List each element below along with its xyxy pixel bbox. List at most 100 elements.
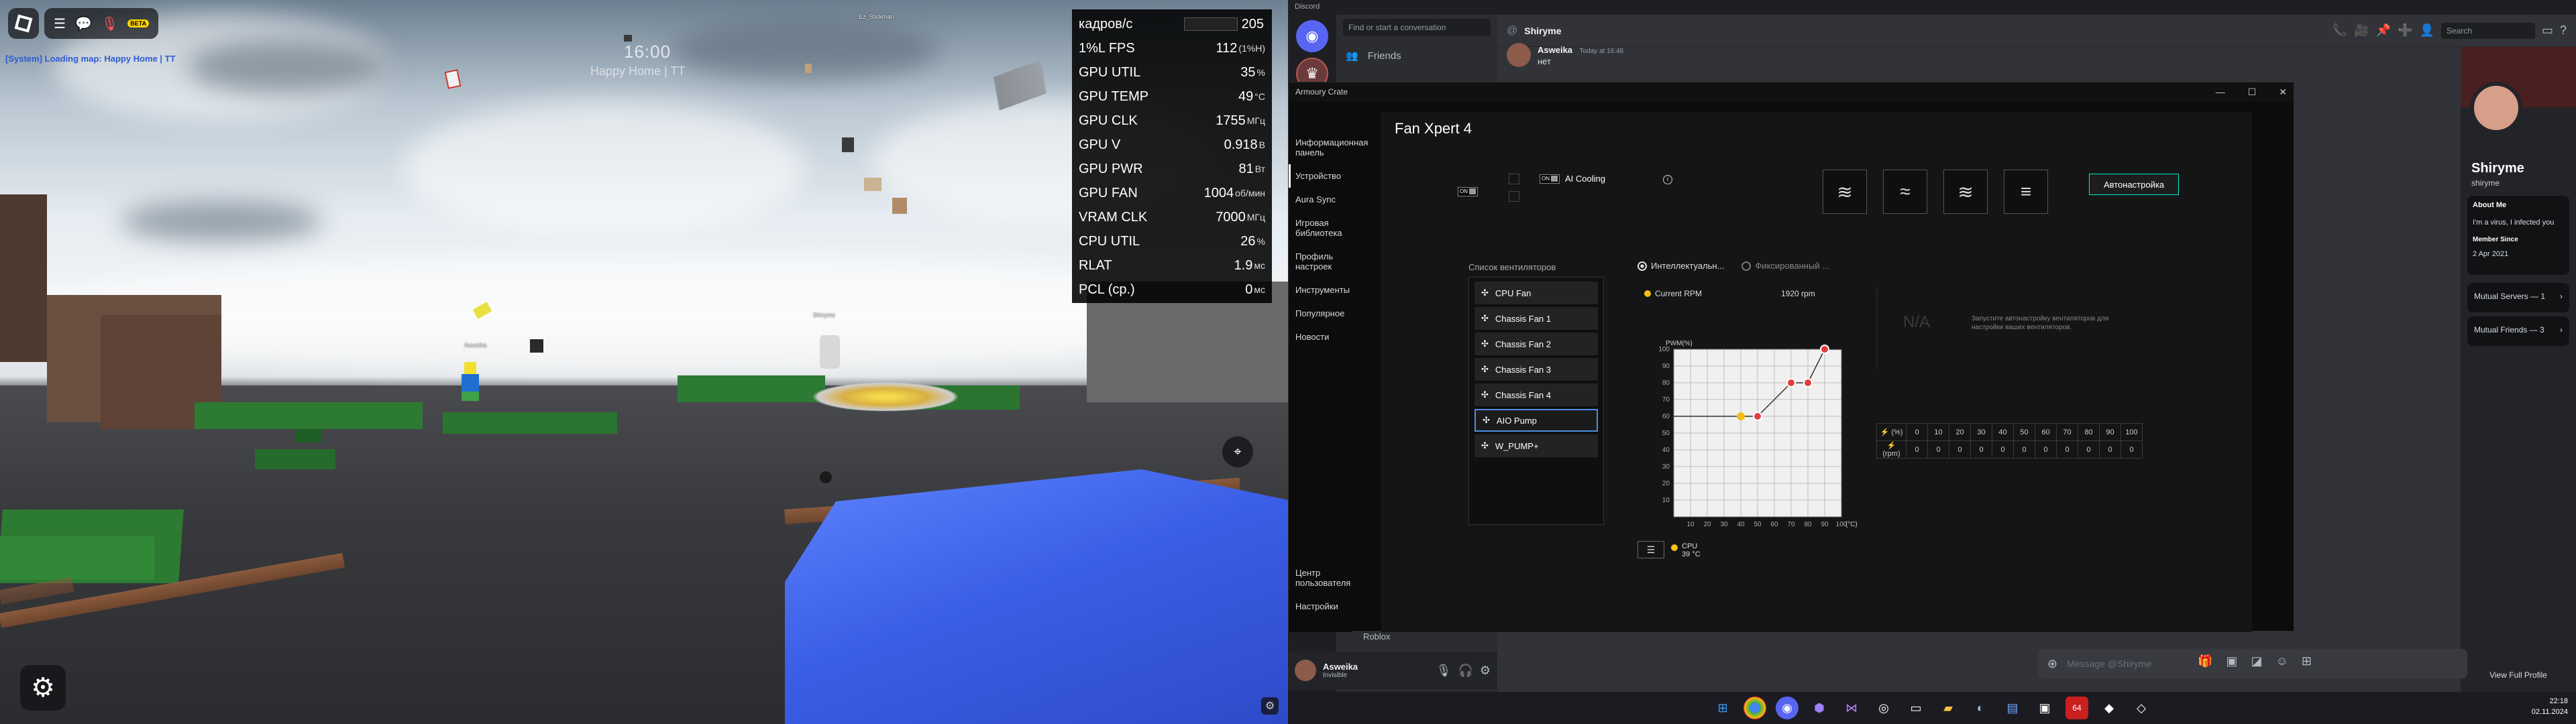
- sticker-icon[interactable]: ◪: [2251, 654, 2262, 668]
- roblox-game-viewport[interactable]: Ez_Stickman Shiryme Asweika ☰ 💬 🎙 BETA […: [0, 0, 1288, 724]
- fan-name: Chassis Fan 4: [1495, 389, 1551, 400]
- visual-studio-icon[interactable]: ⋈: [1840, 697, 1863, 719]
- info-icon[interactable]: i: [1663, 175, 1672, 184]
- windows-start-icon[interactable]: ⊞: [1711, 697, 1734, 719]
- camera-toggle-button[interactable]: ⌖: [1222, 436, 1253, 467]
- osd-row: GPU FAN 1004 об/мин: [1079, 181, 1265, 205]
- discord-home-button[interactable]: ◉: [1296, 20, 1328, 52]
- chrome-icon[interactable]: [1743, 697, 1766, 719]
- nav-item[interactable]: Настройки: [1289, 595, 1352, 618]
- avatar[interactable]: [1507, 43, 1531, 67]
- microphone-muted-icon[interactable]: 🎙: [101, 15, 118, 32]
- discord-taskbar-icon[interactable]: ◉: [1776, 697, 1799, 719]
- gear-icon[interactable]: ⚙: [1480, 664, 1491, 678]
- nav-item[interactable]: Игровая библиотека: [1289, 211, 1352, 245]
- chat-message: Asweika Today at 16:48 нет: [1507, 43, 1623, 67]
- aida64-icon[interactable]: 64: [2065, 697, 2088, 719]
- nav-item[interactable]: Популярное: [1289, 302, 1352, 325]
- osd-label: GPU UTIL: [1079, 64, 1141, 80]
- user-profile-icon[interactable]: 👤: [2420, 23, 2434, 38]
- apps-icon[interactable]: ⊞: [2302, 654, 2312, 668]
- rpm-cell: 0: [1949, 440, 1971, 459]
- nav-item[interactable]: Центр пользователя: [1289, 561, 1352, 595]
- osd-row: GPU V 0.918 В: [1079, 133, 1265, 157]
- fan-mode-standard-button[interactable]: ≈: [1883, 170, 1927, 214]
- mutual-servers-button[interactable]: Mutual Servers — 1 ›: [2467, 283, 2569, 312]
- fan-mode-turbo-button[interactable]: ≋: [1943, 170, 1988, 214]
- na-label: N/A: [1903, 313, 1931, 331]
- message-author[interactable]: Asweika: [1538, 45, 1572, 55]
- header-search-input[interactable]: Search: [2440, 22, 2535, 39]
- friends-nav-item[interactable]: 👥 Friends: [1336, 43, 1497, 68]
- corner-settings-button[interactable]: ⚙: [1261, 697, 1279, 715]
- nav-item[interactable]: Информационная панель: [1289, 131, 1368, 164]
- emoji-icon[interactable]: ☺: [2275, 654, 2288, 668]
- roblox-menu-button[interactable]: [8, 8, 39, 39]
- user-avatar[interactable]: [1295, 660, 1316, 681]
- nav-item[interactable]: Устройство: [1289, 164, 1352, 188]
- fan-list-item[interactable]: ✣ Chassis Fan 4: [1474, 383, 1598, 406]
- photos-icon[interactable]: ▣: [2033, 697, 2056, 719]
- osd-unit: МГц: [1246, 115, 1265, 126]
- headphones-icon[interactable]: 🎧: [1458, 664, 1472, 678]
- nav-item[interactable]: Профиль настроек: [1289, 245, 1352, 278]
- fan-mode-fullspeed-button[interactable]: ≡: [2004, 170, 2048, 214]
- obsidian-icon[interactable]: ⬢: [1808, 697, 1831, 719]
- conversation-search-input[interactable]: Find or start a conversation: [1343, 19, 1491, 36]
- y-tick-label: 20: [1662, 480, 1670, 487]
- help-icon[interactable]: ?: [2560, 23, 2567, 38]
- rpm-table: ⚡ (%) 0 10 20 30 40 50 60 70 80 90 100 ⚡ (rpm) 0 0 0 0 0…: [1876, 423, 2143, 459]
- fan-list-item[interactable]: ✣ Chassis Fan 3: [1474, 358, 1598, 381]
- add-attachment-icon[interactable]: ⊕: [2047, 657, 2057, 671]
- maximize-icon[interactable]: ☐: [2248, 86, 2257, 98]
- yellow-noob-character: [462, 362, 479, 402]
- folder-icon[interactable]: ▤: [2001, 697, 2024, 719]
- mode-smart-radio[interactable]: Интеллектуальн...: [1638, 261, 1724, 271]
- fan-curve-chart[interactable]: 10 20 30 40 50 60 70 80 90 1001020304050607080901…: [1647, 329, 1862, 544]
- armoury-crate-taskbar-icon[interactable]: ◆: [2098, 697, 2121, 719]
- discord-titlebar: Discord: [1288, 0, 2576, 15]
- fan-mode-silent-button[interactable]: ≋: [1823, 170, 1867, 214]
- list-view-button[interactable]: ☰: [1638, 541, 1664, 558]
- ai-cooling-toggle[interactable]: ON: [1540, 174, 1560, 184]
- rpm-cell: 0: [2056, 440, 2078, 459]
- nav-item[interactable]: Aura Sync: [1289, 188, 1352, 211]
- fan-list-item[interactable]: ✣ W_PUMP+: [1474, 434, 1598, 457]
- x-tick-label: 10: [1686, 521, 1695, 528]
- mutual-friends-button[interactable]: Mutual Friends — 3 ›: [2467, 316, 2569, 346]
- osd-label: GPU TEMP: [1079, 88, 1149, 104]
- fan-list-item[interactable]: ✣ AIO Pump: [1474, 409, 1598, 432]
- terminal-icon[interactable]: ▭: [1904, 697, 1927, 719]
- rpm-cell: 0: [1992, 440, 2014, 459]
- roblox-taskbar-icon[interactable]: ◇: [2130, 697, 2153, 719]
- fan-list-item[interactable]: ✣ Chassis Fan 1: [1474, 307, 1598, 330]
- chat-icon[interactable]: 💬: [75, 15, 92, 32]
- osd-unit: В: [1258, 139, 1265, 150]
- system-clock[interactable]: 22:18 02.11.2024: [2532, 696, 2568, 717]
- fan-list-item[interactable]: ✣ Chassis Fan 2: [1474, 333, 1598, 355]
- video-call-icon[interactable]: 🎥: [2354, 23, 2369, 38]
- gift-icon[interactable]: 🎁: [2198, 654, 2212, 668]
- armoury-crate-window: Armoury Crate — ☐ ✕ Информационная панел…: [1288, 82, 2294, 632]
- mode-fixed-radio[interactable]: Фиксированный ...: [1741, 261, 1829, 271]
- fan-list-item[interactable]: ✣ CPU Fan: [1474, 282, 1598, 304]
- autotune-button[interactable]: Автонастройка: [2089, 174, 2179, 195]
- nav-item[interactable]: Инструменты: [1289, 278, 1352, 302]
- file-explorer-icon[interactable]: ▰: [1937, 697, 1960, 719]
- fan-xpert-toggle[interactable]: ON: [1458, 184, 1478, 196]
- steam-icon[interactable]: ◐: [1969, 697, 1992, 719]
- gif-icon[interactable]: ▣: [2226, 654, 2237, 668]
- nav-item[interactable]: Новости: [1289, 325, 1352, 349]
- microphone-icon[interactable]: 🎙: [1436, 664, 1452, 678]
- profile-avatar[interactable]: [2470, 82, 2522, 134]
- add-member-icon[interactable]: ➕: [2398, 23, 2412, 38]
- voice-call-icon[interactable]: 📞: [2332, 23, 2347, 38]
- github-icon[interactable]: ◎: [1872, 697, 1895, 719]
- view-full-profile-link[interactable]: View Full Profile: [2461, 670, 2576, 680]
- pin-icon[interactable]: 📌: [2376, 23, 2391, 38]
- close-icon[interactable]: ✕: [2279, 86, 2287, 98]
- game-settings-button[interactable]: ⚙: [20, 665, 66, 711]
- inbox-icon[interactable]: ▭: [2542, 23, 2553, 38]
- hamburger-menu-icon[interactable]: ☰: [54, 15, 66, 32]
- minimize-icon[interactable]: —: [2216, 86, 2225, 98]
